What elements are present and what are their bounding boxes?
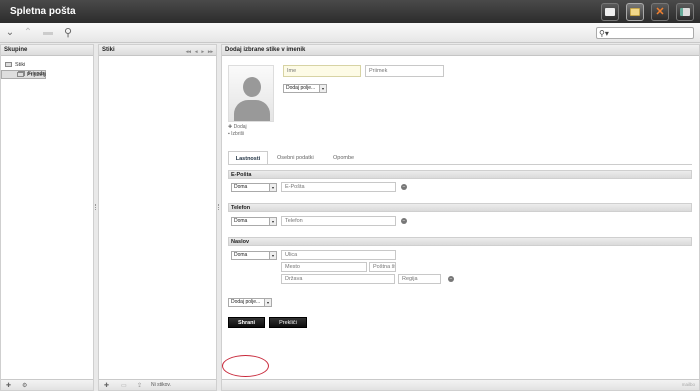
save-highlight [222, 355, 269, 377]
phone-section-title: Telefon [228, 203, 692, 212]
add-field-select-value: Dodaj polje... [231, 299, 261, 305]
photo-delete-link[interactable]: ▪ Izbriši [228, 131, 244, 137]
mail-app-icon[interactable] [601, 3, 619, 21]
groups-panel-title: Skupine [1, 45, 93, 56]
add-field-select-header[interactable]: Dodaj polje... ▾ [283, 84, 327, 93]
zip-input[interactable] [369, 262, 396, 272]
quick-search-input[interactable]: ⚲▾ [596, 27, 694, 39]
toolbar: ⌄ ⌃ ▬ ⚲ ⚲▾ [0, 23, 700, 43]
last-page-icon[interactable]: ▸▸ [208, 47, 213, 58]
search-options-icon[interactable]: ⚲▾ [599, 28, 609, 39]
collapse-up-icon[interactable]: ⌃ [22, 27, 34, 39]
groups-panel-footer: ✚ ⚙ [1, 379, 93, 390]
region-input[interactable] [398, 274, 441, 284]
contacts-panel-footer: ✚ ▭ ⇪ Ni stikov. [99, 379, 216, 390]
contact-form-panel: Dodaj izbrane stike v imenik ✚ Dodaj ▪ I… [221, 44, 700, 391]
email-section-title: E-Pošta [228, 170, 692, 179]
import-icon[interactable]: ⇪ [137, 382, 142, 389]
contacts-panel: Stiki ◂◂ ◂ ▸ ▸▸ ✚ ▭ ⇪ Ni stikov. [98, 44, 217, 391]
email-type-value: Doma [234, 184, 248, 190]
app-header: Spletna pošta ✕ [0, 0, 700, 23]
form-title: Dodaj izbrane stike v imenik [222, 45, 699, 56]
photo-delete-label: Izbriši [231, 131, 245, 137]
add-field-select-value: Dodaj polje... [286, 85, 316, 91]
chevron-down-icon: ▾ [269, 252, 276, 259]
logout-icon[interactable] [676, 3, 694, 21]
settings-app-icon[interactable]: ✕ [651, 3, 669, 21]
chevron-down-icon: ▾ [269, 218, 276, 225]
remove-email-icon[interactable]: − [401, 184, 407, 190]
contact-photo[interactable] [228, 65, 274, 122]
prev-page-icon[interactable]: ◂ [195, 47, 198, 58]
chevron-down-icon: ▾ [264, 299, 271, 306]
contacts-panel-title: Stiki ◂◂ ◂ ▸ ▸▸ [99, 45, 216, 56]
form-footer: mailbo [222, 379, 699, 390]
contacts-count: Ni stikov. [151, 382, 171, 388]
phone-input[interactable] [281, 216, 396, 226]
address-type-select[interactable]: Doma ▾ [231, 251, 277, 260]
phone-type-select[interactable]: Doma ▾ [231, 217, 277, 226]
search-icon[interactable]: ⚲ [62, 27, 74, 39]
app-title: Spletna pošta [10, 6, 76, 17]
chevron-down-icon: ▾ [319, 85, 326, 92]
tab-personal[interactable]: Osebni podatki [271, 151, 320, 165]
addressbook-app-icon[interactable] [626, 3, 644, 21]
group-icon [17, 72, 24, 78]
address-type-value: Doma [234, 252, 248, 258]
address-section-title: Naslov [228, 237, 692, 246]
photo-add-link[interactable]: ✚ Dodaj [228, 124, 247, 130]
phone-type-value: Doma [234, 218, 248, 224]
photo-add-label: Dodaj [233, 124, 247, 130]
app-switcher: ✕ [601, 3, 694, 21]
form-tabs: Lastnosti Osebni podatki Opombe [228, 151, 388, 165]
street-input[interactable] [281, 250, 396, 260]
contacts-title-label: Stiki [102, 47, 115, 53]
tree-item-root[interactable]: Stiki [1, 60, 93, 70]
groups-panel: Skupine Stiki Friends Prijatelji ✚ ⚙ [0, 44, 94, 391]
country-input[interactable] [281, 274, 395, 284]
cancel-button[interactable]: Prekliči [269, 317, 307, 328]
addressbook-icon [5, 62, 12, 68]
group-options-icon[interactable]: ⚙ [22, 382, 27, 389]
remove-phone-icon[interactable]: − [401, 218, 407, 224]
tab-notes[interactable]: Opombe [327, 151, 360, 165]
delete-contact-icon[interactable]: ▭ [121, 382, 127, 389]
tree-item-group-label: Prijatelji [27, 72, 47, 78]
tree-item-root-label: Stiki [15, 62, 26, 68]
first-name-input[interactable] [283, 65, 361, 77]
pagination: ◂◂ ◂ ▸ ▸▸ [186, 47, 213, 58]
next-page-icon[interactable]: ▸ [201, 47, 204, 58]
city-input[interactable] [281, 262, 367, 272]
tab-properties[interactable]: Lastnosti [228, 151, 268, 165]
email-input[interactable] [281, 182, 396, 192]
add-contact-icon[interactable]: ✚ [104, 382, 109, 389]
last-name-input[interactable] [365, 65, 444, 77]
tree-item-group[interactable]: Prijatelji [1, 70, 93, 80]
collapse-down-icon[interactable]: ⌄ [4, 27, 16, 39]
brand-label: mailbo [681, 382, 695, 387]
add-group-icon[interactable]: ✚ [6, 382, 11, 389]
remove-address-icon[interactable]: − [448, 276, 454, 282]
chevron-down-icon: ▾ [269, 184, 276, 191]
first-page-icon[interactable]: ◂◂ [186, 47, 191, 58]
print-icon[interactable]: ▬ [42, 27, 54, 39]
add-field-select[interactable]: Dodaj polje... ▾ [228, 298, 272, 307]
email-type-select[interactable]: Doma ▾ [231, 183, 277, 192]
save-button[interactable]: Shrani [228, 317, 265, 328]
tab-divider [228, 164, 692, 165]
